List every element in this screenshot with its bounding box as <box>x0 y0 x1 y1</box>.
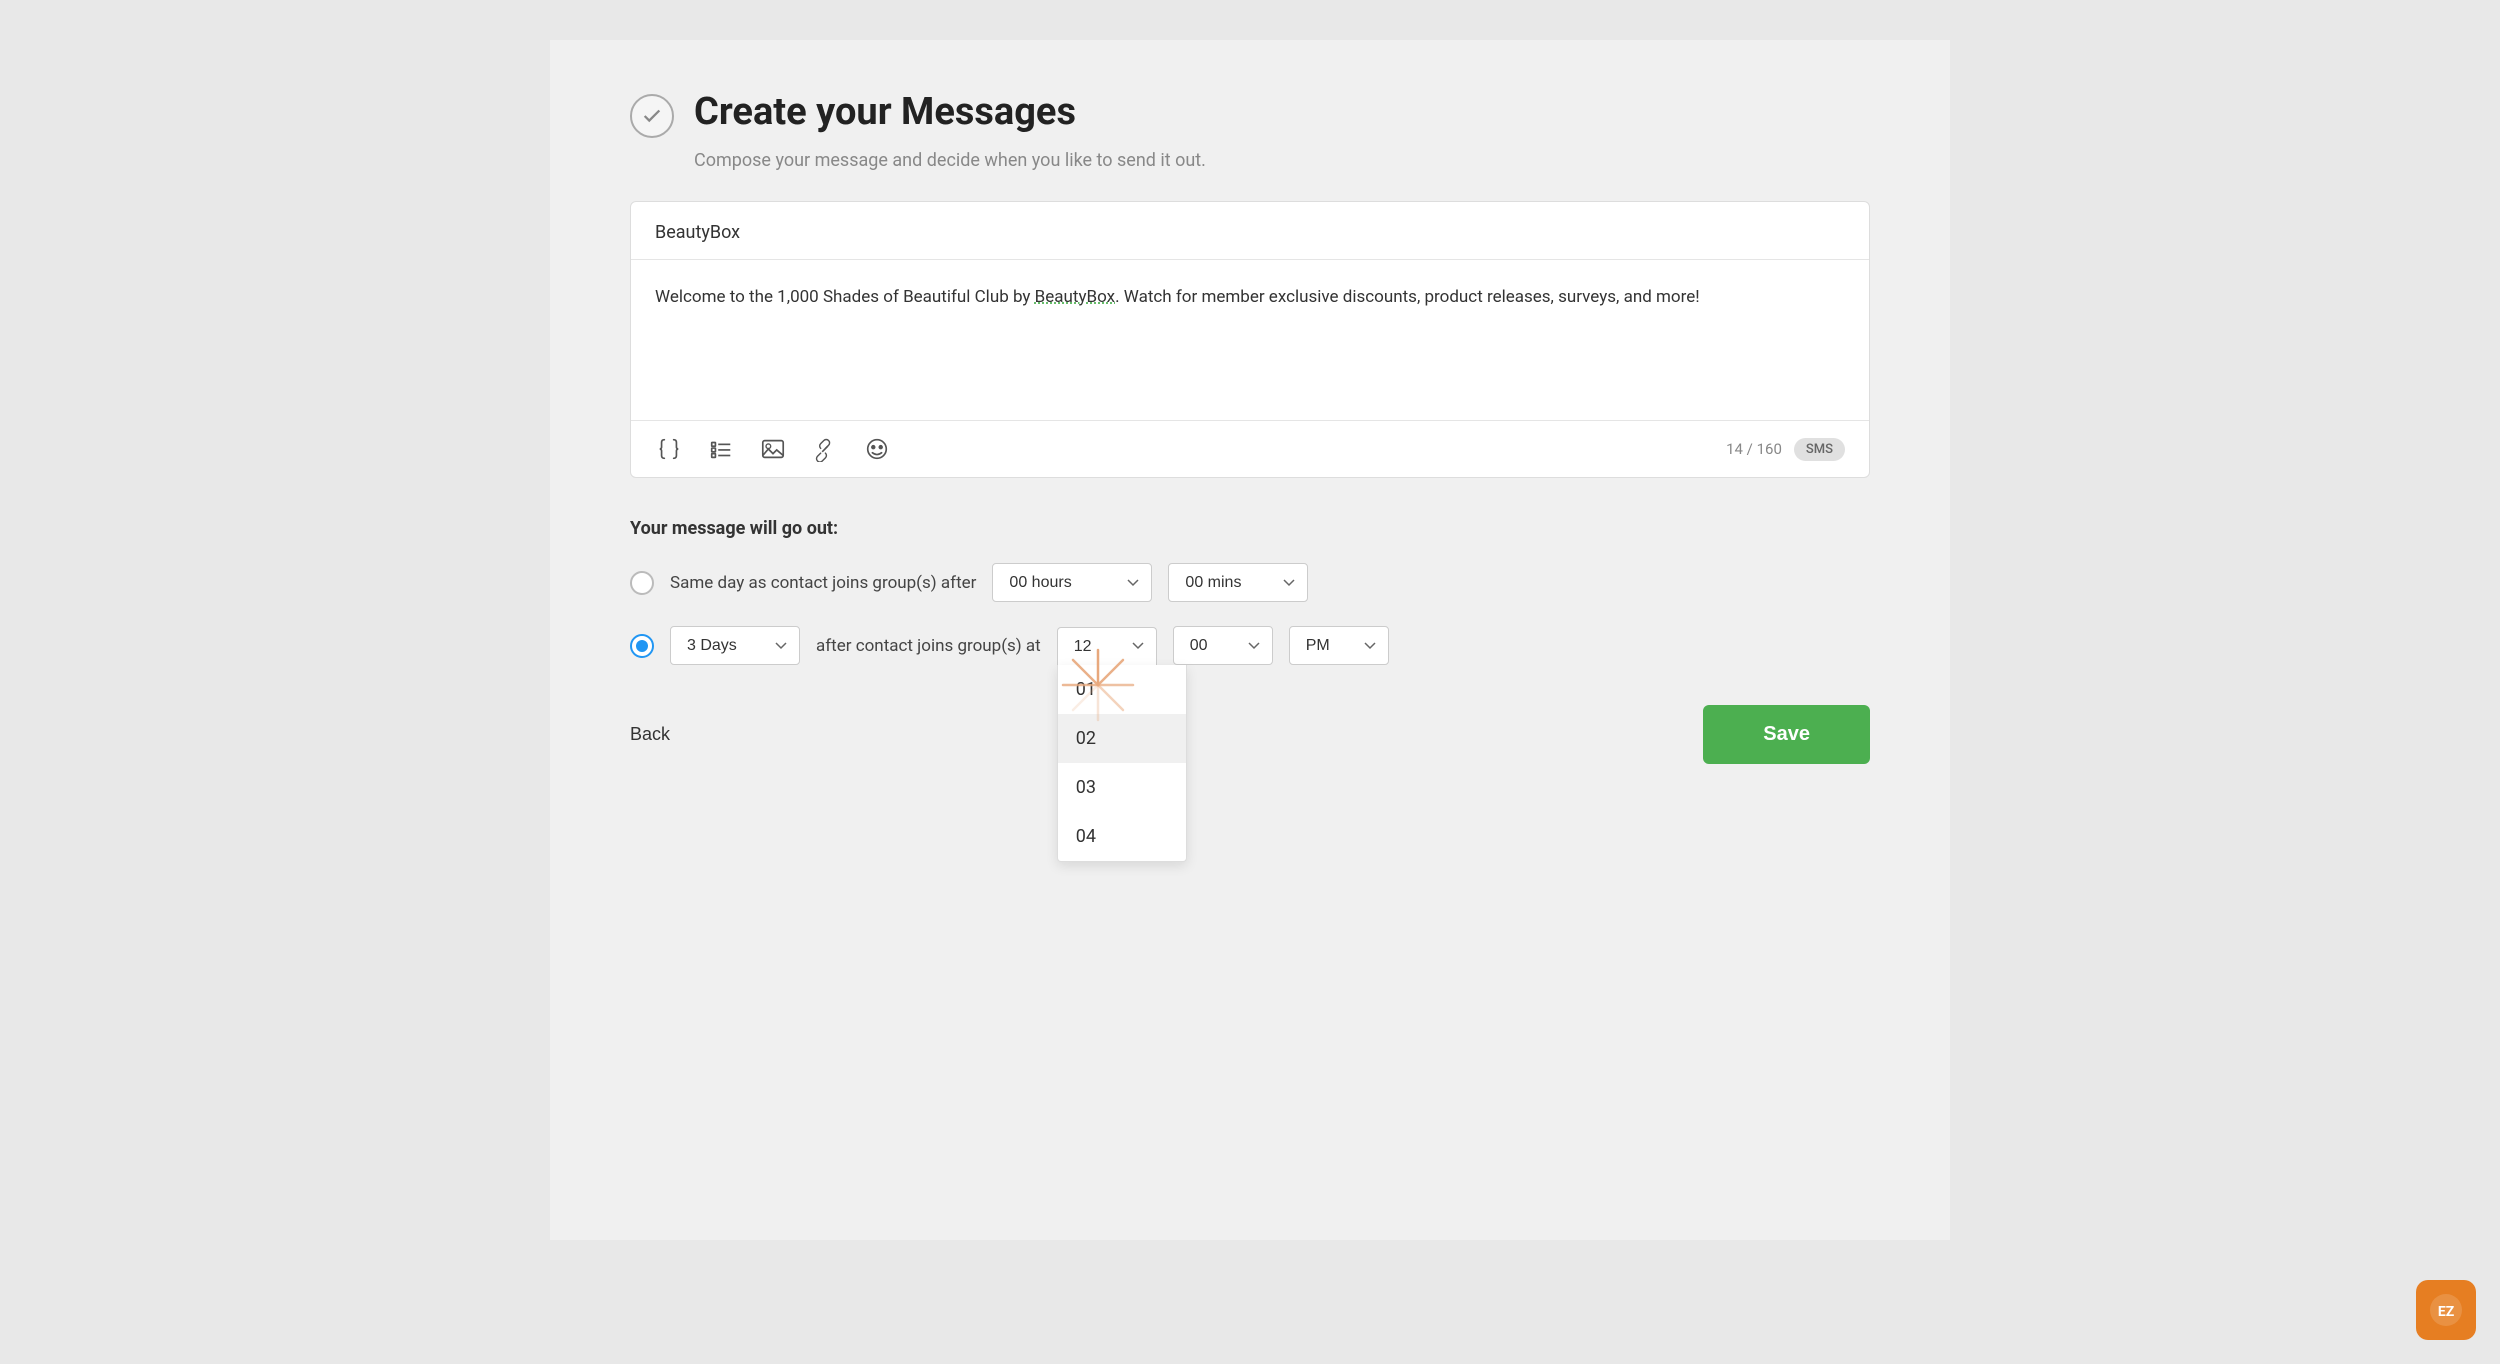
days-select[interactable]: 3 Days 1 Day 2 Days 5 Days 7 Days <box>670 626 800 665</box>
radio-same-day[interactable] <box>630 571 654 595</box>
section-subtitle: Compose your message and decide when you… <box>694 150 1870 171</box>
dropdown-item-02[interactable]: 02 <box>1058 714 1186 763</box>
curly-braces-icon[interactable] <box>655 435 683 463</box>
section-header: Create your Messages <box>630 90 1870 138</box>
hour-select[interactable]: 12 01 02 03 <box>1057 627 1157 665</box>
link-icon[interactable] <box>811 435 839 463</box>
image-icon[interactable] <box>759 435 787 463</box>
char-count-area: 14 / 160 SMS <box>1726 438 1845 461</box>
message-toolbar: 14 / 160 SMS <box>631 420 1869 477</box>
beauty-box-link: BeautyBox <box>1035 287 1115 307</box>
toolbar-icons <box>655 435 891 463</box>
message-text: Welcome to the 1,000 Shades of Beautiful… <box>655 284 1845 311</box>
dropdown-item-04[interactable]: 04 <box>1058 812 1186 861</box>
schedule-section: Your message will go out: Same day as co… <box>630 518 1870 665</box>
page-container: Create your Messages Compose your messag… <box>550 40 1950 1240</box>
back-button[interactable]: Back <box>630 714 670 755</box>
mins-select[interactable]: 00 mins 15 mins 30 mins 45 mins <box>1168 563 1308 602</box>
check-circle-icon <box>630 94 674 138</box>
save-button[interactable]: Save <box>1703 705 1870 764</box>
section-title: Create your Messages <box>694 90 1076 136</box>
after-label: after contact joins group(s) at <box>816 636 1041 656</box>
checkmark-svg <box>641 105 663 127</box>
dropdown-item-01[interactable]: 01 <box>1058 665 1186 714</box>
schedule-title: Your message will go out: <box>630 518 1870 539</box>
dropdown-item-03[interactable]: 03 <box>1058 763 1186 812</box>
sender-name: BeautyBox <box>631 202 1869 260</box>
schedule-option-1: Same day as contact joins group(s) after… <box>630 563 1870 602</box>
hour-dropdown-wrapper: 12 01 02 03 01 02 03 04 <box>1057 627 1157 665</box>
radio-days-after[interactable] <box>630 634 654 658</box>
char-count: 14 / 160 <box>1726 440 1782 458</box>
dropdown-with-spinner: 01 02 03 04 <box>1058 665 1186 861</box>
svg-text:EZ: EZ <box>2438 1304 2455 1320</box>
message-card: BeautyBox Welcome to the 1,000 Shades of… <box>630 201 1870 478</box>
footer-row: Back Save <box>630 705 1870 764</box>
message-body[interactable]: Welcome to the 1,000 Shades of Beautiful… <box>631 260 1869 420</box>
hour-dropdown-list: 01 02 03 04 <box>1057 665 1187 862</box>
minute-select[interactable]: 00 15 30 45 <box>1173 626 1273 665</box>
same-day-label: Same day as contact joins group(s) after <box>670 573 976 593</box>
ampm-select[interactable]: PM AM <box>1289 626 1389 665</box>
emoji-icon[interactable] <box>863 435 891 463</box>
brand-logo: EZ <box>2416 1280 2476 1340</box>
hours-select[interactable]: 00 hours 01 hours 02 hours <box>992 563 1152 602</box>
schedule-option-2: 3 Days 1 Day 2 Days 5 Days 7 Days after … <box>630 626 1870 665</box>
list-icon[interactable] <box>707 435 735 463</box>
sms-badge: SMS <box>1794 438 1845 461</box>
